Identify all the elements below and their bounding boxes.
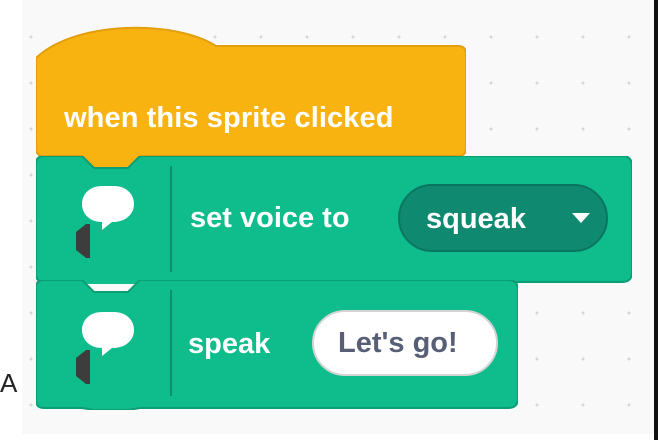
voice-dropdown[interactable]: squeak (398, 184, 608, 252)
voice-dropdown-value: squeak (426, 203, 526, 235)
speak-block[interactable]: speak Let's go! (36, 280, 518, 410)
speak-text-value: Let's go! (338, 327, 458, 359)
text-to-speech-icon (62, 308, 166, 388)
speak-label: speak (188, 328, 271, 360)
event-block-shape (36, 26, 466, 169)
dropdown-arrow-icon[interactable] (570, 211, 592, 225)
block-divider (170, 166, 172, 272)
set-voice-label: set voice to (190, 202, 350, 234)
code-workspace[interactable]: A when this sprite clicked set voice to … (0, 0, 658, 440)
bottom-edge (22, 434, 658, 440)
block-divider (170, 290, 172, 396)
when-sprite-clicked-block[interactable]: when this sprite clicked (36, 14, 466, 174)
set-voice-block[interactable]: set voice to squeak (36, 156, 632, 284)
text-to-speech-icon (62, 182, 166, 262)
speak-text-input[interactable]: Let's go! (312, 310, 498, 376)
right-edge (654, 0, 658, 440)
margin-mark: A (0, 368, 18, 398)
event-block-label: when this sprite clicked (64, 102, 394, 134)
